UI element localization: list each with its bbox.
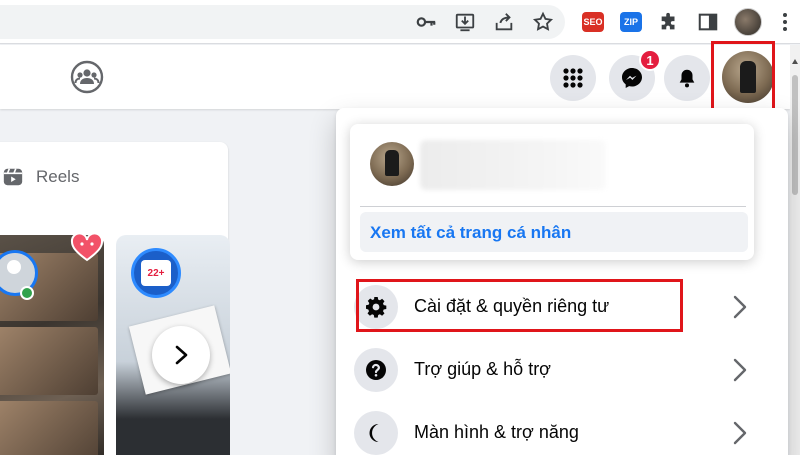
scroll-up-arrow-icon[interactable] [792,59,798,64]
address-bar[interactable] [0,5,565,39]
chevron-right-icon [728,294,750,320]
share-icon[interactable] [492,10,516,34]
menu-item-label: Trợ giúp & hỗ trợ [414,359,551,379]
chevron-right-icon [175,345,188,365]
browser-profile-avatar[interactable] [734,8,762,36]
help-icon [354,348,398,392]
settings-highlight-box [356,279,683,332]
moon-icon [354,411,398,455]
online-status-dot [20,286,34,300]
bookmark-star-icon[interactable] [531,10,555,34]
menu-grid-button[interactable] [550,55,596,101]
heart-icon [70,232,104,262]
seo-extension-icon[interactable]: SEO [582,12,604,32]
chevron-right-icon [728,420,750,446]
kebab-menu-icon[interactable] [778,10,792,34]
zip-extension-label: ZIP [623,17,638,27]
key-icon[interactable] [414,10,438,34]
messenger-icon [622,68,642,88]
profile-avatar[interactable] [370,142,414,186]
reels-icon[interactable] [2,166,24,188]
puzzle-icon[interactable] [657,10,681,34]
bell-icon [679,69,695,88]
see-all-profiles-label: Xem tất cả trang cá nhân [370,223,572,242]
menu-item-help-support[interactable]: Trợ giúp & hỗ trợ [354,345,764,399]
reels-tab-label[interactable]: Reels [36,167,79,187]
zip-extension-icon[interactable]: ZIP [620,12,642,32]
install-app-icon[interactable] [453,10,477,34]
profile-card-divider [360,206,746,207]
browser-toolbar: SEO ZIP [0,0,800,44]
chevron-right-icon [728,357,750,383]
blurred-profile-name [420,140,606,190]
scroll-thumb[interactable] [792,75,798,195]
notifications-button[interactable] [664,55,710,101]
page-logo-avatar[interactable]: 22+ [131,248,181,298]
reels-next-button[interactable] [152,326,210,384]
menu-grid-icon [563,68,583,88]
side-panel-icon[interactable] [696,10,720,34]
groups-icon[interactable] [70,60,104,94]
messenger-unread-badge: 1 [639,49,661,71]
menu-item-display-accessibility[interactable]: Màn hình & trợ năng [354,408,764,455]
menu-item-label: Màn hình & trợ năng [414,422,579,442]
page-logo-badge: 22+ [141,260,171,286]
seo-extension-label: SEO [583,17,603,27]
see-all-profiles-button[interactable]: Xem tất cả trang cá nhân [360,212,748,252]
facebook-header: 1 [0,45,790,109]
page-scrollbar[interactable] [790,45,800,455]
